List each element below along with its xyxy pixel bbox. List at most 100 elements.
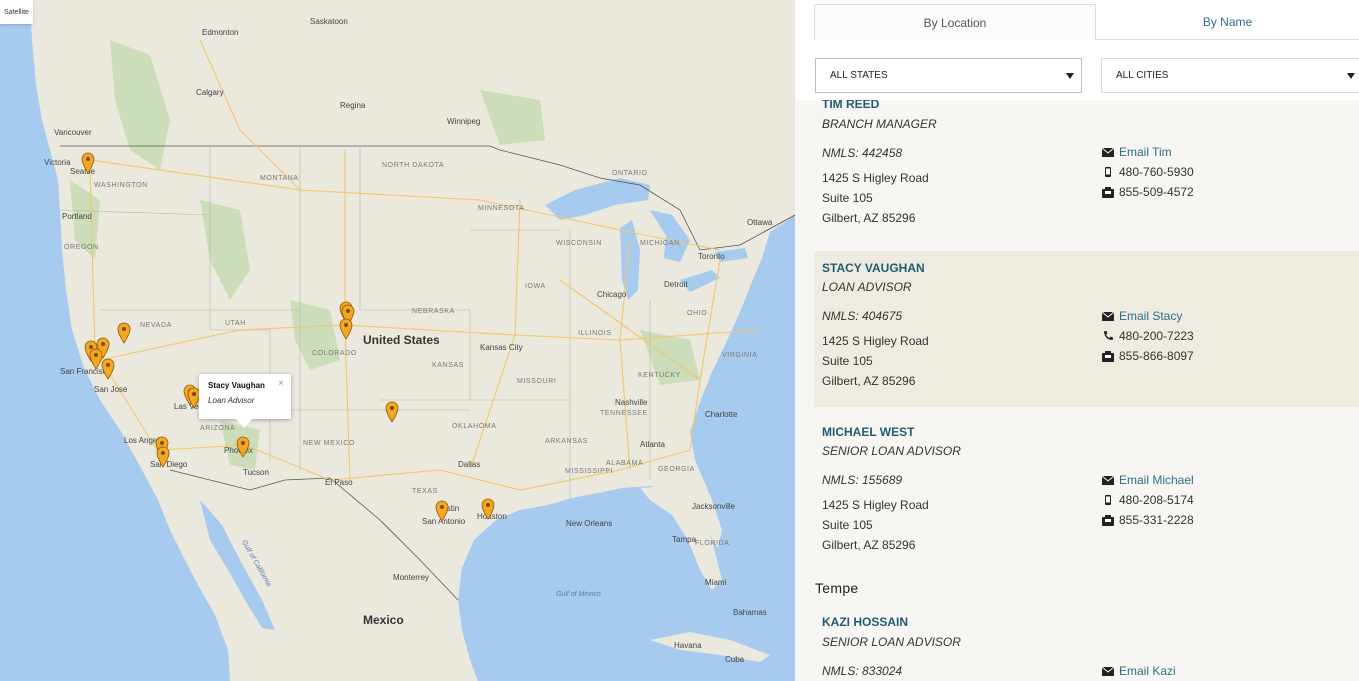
- map-label: OKLAHOMA: [452, 423, 497, 430]
- advisor-address: 1425 S Higley Road Suite 105 Gilbert, AZ…: [822, 168, 929, 228]
- map-marker-icon[interactable]: [435, 500, 449, 522]
- fax-number-label: 855-331-2228: [1119, 513, 1194, 527]
- map[interactable]: Satellite Edmonton Calgary Saskatoon Reg…: [0, 0, 795, 681]
- map-label: MISSOURI: [517, 378, 557, 385]
- advisor-list-panel: TIM REED BRANCH MANAGER NMLS: 442458 142…: [795, 0, 1359, 681]
- fax-number-label: 855-509-4572: [1119, 185, 1194, 199]
- advisor-name: MICHAEL WEST: [822, 425, 915, 439]
- map-label: MINNESOTA: [478, 205, 525, 212]
- map-label: IOWA: [525, 283, 546, 290]
- envelope-icon: [1102, 146, 1114, 158]
- map-marker-icon[interactable]: [385, 401, 399, 423]
- fax-icon: [1102, 186, 1114, 198]
- map-label: Victoria: [44, 158, 71, 167]
- phone-icon: [1102, 330, 1114, 342]
- map-label: NEW MEXICO: [303, 440, 355, 447]
- map-label: ALABAMA: [606, 460, 644, 467]
- advisor-name: KAZI HOSSAIN: [822, 615, 909, 629]
- map-label: Detroit: [664, 280, 688, 289]
- email-link[interactable]: Email Stacy: [1102, 306, 1182, 326]
- map-label: Dallas: [458, 460, 481, 469]
- email-link-label[interactable]: Email Kazi: [1119, 664, 1176, 678]
- map-marker-icon[interactable]: [156, 446, 170, 468]
- map-label: Monterrey: [393, 573, 430, 582]
- email-link[interactable]: Email Tim: [1102, 142, 1172, 162]
- phone-number[interactable]: 480-760-5930: [1102, 162, 1194, 182]
- tab-by-location[interactable]: By Location: [814, 4, 1096, 40]
- map-label: OHIO: [687, 310, 708, 317]
- map-marker-icon[interactable]: [339, 318, 353, 340]
- map-label: Edmonton: [202, 28, 239, 37]
- map-marker-icon[interactable]: [117, 322, 131, 344]
- city-select[interactable]: ALL CITIES: [1101, 58, 1359, 93]
- tab-by-name[interactable]: By Name: [1096, 4, 1359, 40]
- map-marker-icon[interactable]: [81, 152, 95, 174]
- map-label: Toronto: [698, 252, 725, 261]
- advisor-title: LOAN ADVISOR: [822, 280, 912, 294]
- map-marker-icon[interactable]: [101, 358, 115, 380]
- state-select-value: ALL STATES: [830, 70, 888, 81]
- mobile-icon: [1102, 494, 1114, 506]
- map-label: KANSAS: [432, 362, 464, 369]
- map-marker-icon[interactable]: [481, 498, 495, 520]
- state-select[interactable]: ALL STATES: [815, 58, 1082, 93]
- envelope-icon: [1102, 310, 1114, 322]
- fax-icon: [1102, 350, 1114, 362]
- address-line: Gilbert, AZ 85296: [822, 211, 916, 225]
- map-label: Havana: [674, 641, 702, 650]
- advisor-nmls: NMLS: 155689: [822, 473, 903, 487]
- map-marker-icon[interactable]: [236, 436, 250, 458]
- map-label: MICHIGAN: [640, 240, 680, 247]
- info-window-title: Loan Advisor: [208, 396, 255, 405]
- map-label: Bahamas: [733, 608, 767, 617]
- map-label: WASHINGTON: [94, 182, 148, 189]
- map-label: TENNESSEE: [600, 410, 648, 417]
- phone-number-label[interactable]: 480-208-5174: [1119, 493, 1194, 507]
- map-label: ONTARIO: [612, 170, 648, 177]
- fax-icon: [1102, 514, 1114, 526]
- map-label: Chicago: [597, 290, 627, 299]
- dropdown-arrow-icon: [1066, 73, 1074, 79]
- map-label: KENTUCKY: [638, 372, 681, 379]
- map-label-country: Mexico: [363, 613, 404, 627]
- fax-number-label: 855-866-8097: [1119, 349, 1194, 363]
- email-link-label[interactable]: Email Stacy: [1119, 309, 1182, 323]
- advisor-card: MICHAEL WEST SENIOR LOAN ADVISOR NMLS: 1…: [814, 415, 1359, 571]
- envelope-icon: [1102, 474, 1114, 486]
- address-line: Suite 105: [822, 191, 873, 205]
- map-label: Kansas City: [480, 343, 523, 352]
- phone-number[interactable]: 480-208-5174: [1102, 490, 1194, 510]
- email-link[interactable]: Email Kazi: [1102, 661, 1176, 681]
- close-icon[interactable]: ×: [278, 378, 284, 389]
- map-label: COLORADO: [312, 350, 357, 357]
- map-label: Tampa: [672, 535, 697, 544]
- advisor-title: SENIOR LOAN ADVISOR: [822, 444, 961, 458]
- email-link[interactable]: Email Michael: [1102, 470, 1194, 490]
- phone-number-label[interactable]: 480-200-7223: [1119, 329, 1194, 343]
- map-label: Cuba: [725, 655, 745, 664]
- map-label: NORTH DAKOTA: [382, 162, 445, 169]
- map-label: Miami: [705, 578, 727, 587]
- map-label: GEORGIA: [658, 466, 695, 473]
- map-label: Charlotte: [705, 410, 738, 419]
- email-link-label[interactable]: Email Tim: [1119, 145, 1172, 159]
- map-label: NEBRASKA: [412, 308, 455, 315]
- address-line: Suite 105: [822, 518, 873, 532]
- map-label: Saskatoon: [310, 17, 348, 26]
- map-label-country: United States: [363, 333, 440, 347]
- map-label: San Jose: [94, 385, 128, 394]
- satellite-toggle-button[interactable]: Satellite: [0, 0, 33, 24]
- map-label: MONTANA: [260, 175, 299, 182]
- map-label: NEVADA: [140, 322, 172, 329]
- phone-number[interactable]: 480-200-7223: [1102, 326, 1194, 346]
- map-label: Tucson: [243, 468, 269, 477]
- email-link-label[interactable]: Email Michael: [1119, 473, 1194, 487]
- info-window-name: Stacy Vaughan: [208, 381, 265, 390]
- map-label: ILLINOIS: [578, 330, 612, 337]
- fax-number: 855-331-2228: [1102, 510, 1194, 530]
- map-label: ARKANSAS: [545, 438, 588, 445]
- map-label: OREGON: [64, 244, 99, 251]
- advisor-card-highlighted: STACY VAUGHAN LOAN ADVISOR NMLS: 404675 …: [814, 251, 1359, 407]
- phone-number-label[interactable]: 480-760-5930: [1119, 165, 1194, 179]
- address-line: 1425 S Higley Road: [822, 498, 929, 512]
